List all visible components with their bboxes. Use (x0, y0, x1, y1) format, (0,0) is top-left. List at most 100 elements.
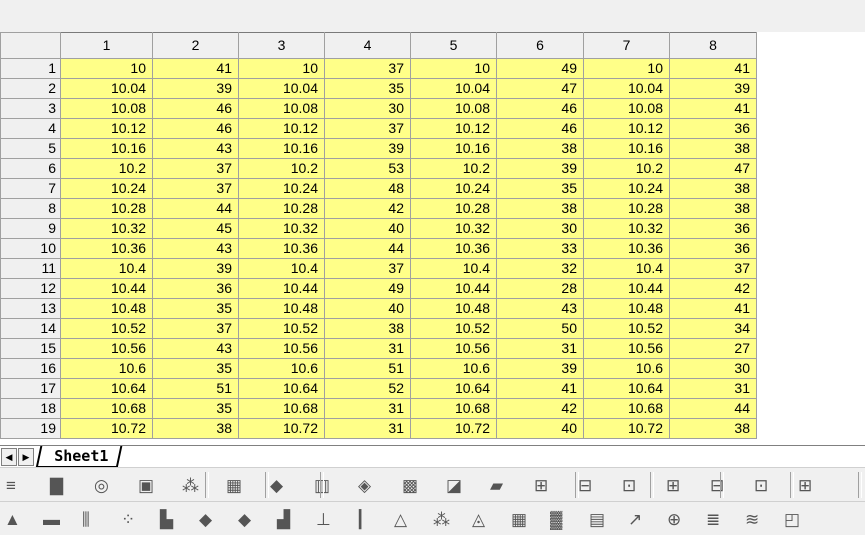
data-cell[interactable]: 38 (496, 198, 584, 219)
data-cell[interactable]: 44 (669, 398, 757, 419)
column-header-5[interactable]: 5 (410, 32, 497, 59)
data-cell[interactable]: 10.36 (410, 238, 497, 259)
contour-color-icon[interactable]: ▩ (402, 477, 418, 494)
triangle-icon[interactable]: ⁂ (433, 511, 450, 528)
data-cell[interactable]: 10.28 (60, 198, 153, 219)
row-header[interactable]: 6 (0, 158, 61, 179)
data-cell[interactable]: 10.32 (583, 218, 670, 239)
step-plot-icon[interactable]: ▙ (160, 511, 173, 528)
stack-plot-icon[interactable]: ▬ (43, 511, 60, 528)
data-cell[interactable]: 38 (669, 198, 757, 219)
data-cell[interactable]: 10.52 (410, 318, 497, 339)
data-cell[interactable]: 10.72 (410, 418, 497, 439)
data-cell[interactable]: 46 (152, 98, 239, 119)
column-header-1[interactable]: 1 (60, 32, 153, 59)
vector-icon[interactable]: ↗ (628, 511, 642, 528)
data-cell[interactable]: 39 (669, 78, 757, 99)
data-cell[interactable]: 10.48 (583, 298, 670, 319)
layout-icon-6[interactable]: ⊡ (754, 477, 768, 494)
data-cell[interactable]: 10.28 (238, 198, 325, 219)
data-cell[interactable]: 10.2 (410, 158, 497, 179)
data-cell[interactable]: 37 (152, 178, 239, 199)
data-cell[interactable]: 10.56 (583, 338, 670, 359)
row-header[interactable]: 5 (0, 138, 61, 159)
data-cell[interactable]: 10.44 (410, 278, 497, 299)
data-cell[interactable]: 43 (496, 298, 584, 319)
corner-cell[interactable] (0, 32, 61, 59)
area-plot-icon[interactable]: ▲ (4, 511, 21, 528)
row-header[interactable]: 1 (0, 58, 61, 79)
data-cell[interactable]: 53 (324, 158, 411, 179)
data-cell[interactable]: 10.64 (60, 378, 153, 399)
data-cell[interactable]: 10.04 (583, 78, 670, 99)
data-cell[interactable]: 10.2 (583, 158, 670, 179)
row-header[interactable]: 11 (0, 258, 61, 279)
error-bar-icon[interactable]: ⫼ (82, 511, 90, 528)
stack-lines-icon[interactable]: ≣ (706, 511, 720, 528)
row-header[interactable]: 10 (0, 238, 61, 259)
worksheet-grid[interactable]: 12345678 1 10 41 10 37 10 49 10 41 2 10.04 39 10.04 3… (0, 32, 865, 445)
data-cell[interactable]: 50 (496, 318, 584, 339)
tab-next-button[interactable]: ▶ (18, 448, 34, 466)
pie-plot-icon[interactable]: ◎ (94, 477, 109, 494)
data-cell[interactable]: 10.16 (410, 138, 497, 159)
box-plot-icon[interactable]: ▣ (138, 477, 154, 494)
data-cell[interactable]: 36 (669, 118, 757, 139)
profile-plot-icon[interactable]: ▰ (490, 477, 503, 494)
layout-icon-4[interactable]: ⊞ (666, 477, 680, 494)
data-cell[interactable]: 10.16 (60, 138, 153, 159)
data-cell[interactable]: 40 (324, 218, 411, 239)
data-cell[interactable]: 10.16 (238, 138, 325, 159)
tab-prev-button[interactable]: ◀ (1, 448, 17, 466)
data-cell[interactable]: 35 (152, 398, 239, 419)
row-header[interactable]: 9 (0, 218, 61, 239)
data-cell[interactable]: 47 (669, 158, 757, 179)
data-cell[interactable]: 30 (669, 358, 757, 379)
data-cell[interactable]: 37 (324, 258, 411, 279)
column-header-4[interactable]: 4 (324, 32, 411, 59)
data-cell[interactable]: 10.44 (583, 278, 670, 299)
row-header[interactable]: 15 (0, 338, 61, 359)
data-cell[interactable]: 10.4 (583, 258, 670, 279)
data-cell[interactable]: 10.08 (410, 98, 497, 119)
data-cell[interactable]: 10.32 (410, 218, 497, 239)
layout-icon-1[interactable]: ⊞ (534, 477, 548, 494)
3d-wireframe-icon[interactable]: ◈ (358, 477, 371, 494)
3d-scatter-icon[interactable]: ⁂ (182, 477, 199, 494)
data-cell[interactable]: 10.24 (238, 178, 325, 199)
zoom-icon[interactable]: ⊕ (667, 511, 681, 528)
column-header-3[interactable]: 3 (238, 32, 325, 59)
data-cell[interactable]: 46 (496, 118, 584, 139)
worksheet-table[interactable]: 12345678 1 10 41 10 37 10 49 10 41 2 10.04 39 10.04 3… (0, 32, 757, 439)
data-cell[interactable]: 10.68 (410, 398, 497, 419)
stack-bars-icon[interactable]: ≋ (745, 511, 759, 528)
data-cell[interactable]: 10.36 (238, 238, 325, 259)
hi-lo-icon[interactable]: ┃ (355, 511, 365, 528)
row-header[interactable]: 18 (0, 398, 61, 419)
data-cell[interactable]: 32 (496, 258, 584, 279)
data-cell[interactable]: 46 (496, 98, 584, 119)
data-cell[interactable]: 10.12 (60, 118, 153, 139)
data-cell[interactable]: 10 (583, 58, 670, 79)
multi-panel-icon[interactable]: ▦ (511, 511, 527, 528)
column-header-2[interactable]: 2 (152, 32, 239, 59)
data-cell[interactable]: 36 (669, 238, 757, 259)
image-plot-icon[interactable]: ◪ (446, 477, 462, 494)
column-header-8[interactable]: 8 (669, 32, 757, 59)
data-cell[interactable]: 48 (324, 178, 411, 199)
data-cell[interactable]: 10.68 (238, 398, 325, 419)
data-cell[interactable]: 42 (496, 398, 584, 419)
data-cell[interactable]: 44 (152, 198, 239, 219)
data-cell[interactable]: 49 (324, 278, 411, 299)
data-cell[interactable]: 37 (324, 118, 411, 139)
data-cell[interactable]: 10.28 (410, 198, 497, 219)
data-cell[interactable]: 43 (152, 238, 239, 259)
data-cell[interactable]: 10.36 (60, 238, 153, 259)
data-cell[interactable]: 41 (669, 298, 757, 319)
data-cell[interactable]: 10.08 (583, 98, 670, 119)
data-cell[interactable]: 10.04 (60, 78, 153, 99)
data-cell[interactable]: 42 (324, 198, 411, 219)
data-cell[interactable]: 34 (669, 318, 757, 339)
data-cell[interactable]: 37 (152, 158, 239, 179)
data-cell[interactable]: 39 (496, 158, 584, 179)
